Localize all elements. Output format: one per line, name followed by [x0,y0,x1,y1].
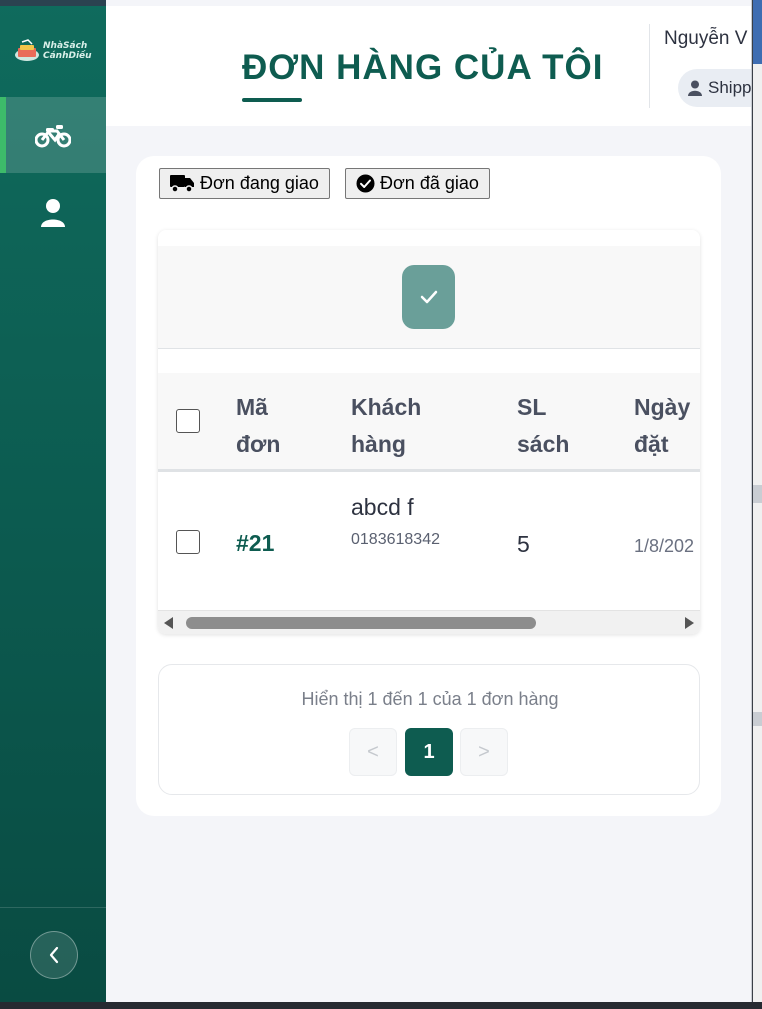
sidebar-divider [0,907,106,908]
background-strip [753,485,762,503]
horizontal-scrollbar[interactable] [158,610,700,634]
column-header-qty[interactable]: SL sách [517,389,569,463]
sidebar-top-edge [0,0,106,6]
column-header-line: Mã [236,394,268,420]
tab-delivered[interactable]: Đơn đã giao [345,168,490,199]
brand-line-2: CánhDiều [43,51,92,61]
row-checkbox[interactable] [176,530,200,554]
prev-page-button[interactable]: < [349,728,397,776]
scroll-right-icon[interactable] [685,617,694,629]
truck-icon [170,175,194,193]
orders-table: Mã đơn Khách hàng SL sách Ngày đặt #21 a… [158,230,700,634]
scroll-left-icon[interactable] [164,617,173,629]
background-window [753,0,762,1009]
sidebar: NhàSách CánhDiều [0,0,106,1002]
check-circle-icon [356,174,375,193]
column-header-line: đặt [634,431,669,457]
background-strip [753,712,762,726]
page-1-button[interactable]: 1 [405,728,453,776]
table-toolbar [158,246,700,349]
column-header-date[interactable]: Ngày đặt [634,389,690,463]
sidebar-item-profile[interactable] [0,175,106,251]
column-header-line: hàng [351,431,406,457]
customer-phone: 0183618342 [351,531,440,548]
chevron-left-icon [49,946,59,964]
select-all-checkbox[interactable] [176,409,200,433]
book-quantity: 5 [517,531,530,557]
sidebar-item-deliveries[interactable] [0,97,106,173]
column-header-line: đơn [236,431,281,457]
order-id-link[interactable]: #21 [236,530,274,557]
tab-delivering-label: Đơn đang giao [200,173,319,193]
table-header-row: Mã đơn Khách hàng SL sách Ngày đặt [158,373,700,472]
app-window: NhàSách CánhDiều ĐƠN HÀNG CỦA TÔI Nguyễn… [0,0,752,1002]
pagination: Hiển thị 1 đến 1 của 1 đơn hàng < 1 > [158,664,700,795]
brand-line-1: NhàSách [43,41,88,51]
column-header-order-id[interactable]: Mã đơn [236,389,280,463]
column-header-customer[interactable]: Khách hàng [351,389,421,463]
check-icon [420,290,437,304]
page-title: ĐƠN HÀNG CỦA TÔI [242,48,604,87]
background-window-titlebar [753,0,762,64]
customer-name: abcd f [351,494,414,520]
page-header: ĐƠN HÀNG CỦA TÔI Nguyễn V Shipp [106,6,752,126]
scrollbar-thumb[interactable] [186,617,536,629]
tab-delivered-label: Đơn đã giao [380,173,479,193]
taskbar-edge [0,1002,762,1009]
column-header-line: Khách [351,394,422,420]
header-divider [649,24,650,108]
brand-name: NhàSách CánhDiều [43,41,92,61]
title-underline [242,98,302,102]
book-logo-icon [15,39,39,61]
pagination-info: Hiển thị 1 đến 1 của 1 đơn hàng [301,689,559,709]
column-header-line: SL [517,394,547,420]
orders-card: Đơn đang giao Đơn đã giao Mã đơn Khách h… [136,156,721,816]
user-icon [688,80,702,96]
user-icon [41,199,65,227]
sidebar-collapse-button[interactable] [30,931,78,979]
tab-delivering[interactable]: Đơn đang giao [159,168,330,199]
motorcycle-icon [35,125,71,148]
brand-logo[interactable]: NhàSách CánhDiều [14,34,94,68]
confirm-button[interactable] [402,265,455,329]
order-date: 1/8/202 [634,536,695,556]
role-badge: Shipp [678,69,752,107]
column-header-line: Ngày [634,394,691,420]
table-row[interactable]: #21 abcd f 0183618342 5 1/8/202 [158,475,700,610]
role-label: Shipp [708,78,752,97]
user-name[interactable]: Nguyễn V [664,28,747,50]
next-page-button[interactable]: > [460,728,508,776]
column-header-line: sách [517,431,570,457]
